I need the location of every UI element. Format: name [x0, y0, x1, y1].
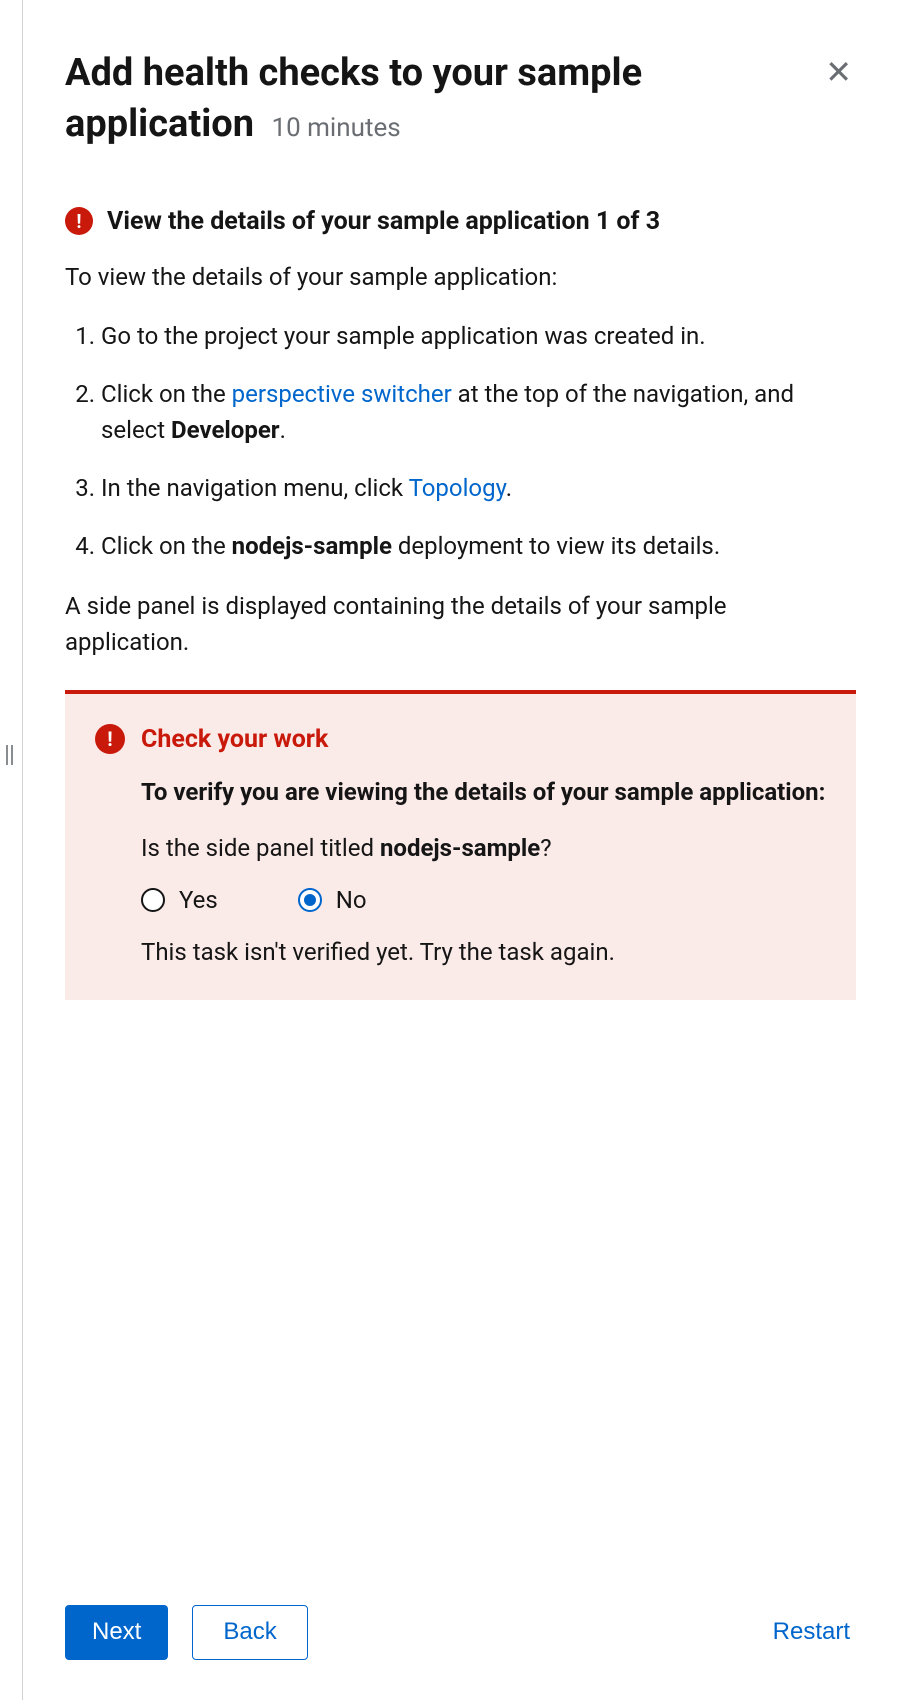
step-list: Go to the project your sample applicatio…	[65, 318, 856, 564]
step-intro: To view the details of your sample appli…	[65, 260, 856, 295]
page-title: Add health checks to your sample applica…	[65, 48, 811, 151]
radio-group: Yes No	[141, 886, 826, 914]
panel-footer: Next Back Restart	[65, 1575, 856, 1660]
drawer-resize-handle[interactable]	[3, 745, 15, 765]
close-icon: ✕	[825, 53, 852, 91]
topology-link[interactable]: Topology	[409, 474, 506, 502]
perspective-switcher-link[interactable]: perspective switcher	[232, 380, 452, 408]
next-button[interactable]: Next	[65, 1605, 168, 1660]
radio-icon	[298, 888, 322, 912]
check-header: ! Check your work	[95, 724, 826, 754]
quickstart-panel: Add health checks to your sample applica…	[22, 0, 898, 1700]
panel-header: Add health checks to your sample applica…	[65, 48, 856, 151]
radio-label: No	[336, 886, 367, 914]
check-title: Check your work	[141, 725, 328, 754]
check-question: Is the side panel titled nodejs-sample?	[141, 834, 826, 862]
duration-label: 10 minutes	[271, 113, 400, 143]
step-header: ! View the details of your sample applic…	[65, 207, 856, 236]
step-outro: A side panel is displayed containing the…	[65, 588, 856, 660]
radio-icon	[141, 888, 165, 912]
radio-option-no[interactable]: No	[298, 886, 367, 914]
list-item: Go to the project your sample applicatio…	[101, 318, 856, 354]
check-your-work-box: ! Check your work To verify you are view…	[65, 690, 856, 1000]
check-body: To verify you are viewing the details of…	[95, 776, 826, 966]
restart-button[interactable]: Restart	[747, 1606, 856, 1659]
back-button[interactable]: Back	[192, 1605, 307, 1660]
check-feedback: This task isn't verified yet. Try the ta…	[141, 938, 826, 966]
radio-label: Yes	[179, 886, 218, 914]
exclamation-circle-icon: !	[95, 724, 125, 754]
panel-content: ! View the details of your sample applic…	[65, 207, 856, 1576]
check-instruction: To verify you are viewing the details of…	[141, 776, 826, 810]
list-item: Click on the perspective switcher at the…	[101, 376, 856, 448]
exclamation-circle-icon: !	[65, 207, 93, 235]
list-item: Click on the nodejs-sample deployment to…	[101, 528, 856, 564]
close-button[interactable]: ✕	[821, 54, 856, 90]
radio-option-yes[interactable]: Yes	[141, 886, 218, 914]
step-title: View the details of your sample applicat…	[107, 207, 660, 236]
list-item: In the navigation menu, click Topology.	[101, 470, 856, 506]
